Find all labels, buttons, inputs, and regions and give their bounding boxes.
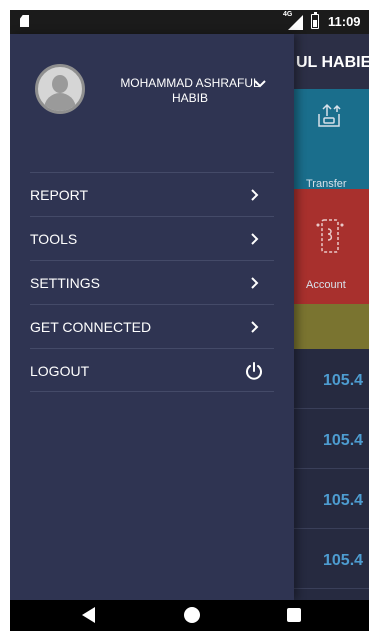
account-tile-label: Account bbox=[306, 279, 346, 291]
menu-item-label: GET CONNECTED bbox=[30, 319, 152, 335]
battery-icon bbox=[311, 12, 319, 29]
chevron-down-icon[interactable] bbox=[253, 79, 267, 89]
status-bar: 4G 11:09 bbox=[10, 10, 369, 34]
avatar-body bbox=[44, 93, 76, 111]
back-icon[interactable] bbox=[82, 607, 95, 623]
menu-item-settings[interactable]: SETTINGS bbox=[30, 260, 274, 304]
menu-item-report[interactable]: REPORT bbox=[30, 172, 274, 216]
user-name[interactable]: MOHAMMAD ASHRAFUL HABIB bbox=[110, 76, 270, 106]
list-amount: 105.4 bbox=[323, 492, 364, 509]
menu-item-get-connected[interactable]: GET CONNECTED bbox=[30, 304, 274, 348]
menu-item-tools[interactable]: TOOLS bbox=[30, 216, 274, 260]
menu-item-label: LOGOUT bbox=[30, 363, 90, 379]
navigation-drawer: MOHAMMAD ASHRAFUL HABIB REPORT TOOLS SET… bbox=[10, 34, 294, 600]
navigation-bar bbox=[10, 600, 369, 631]
power-icon bbox=[246, 362, 262, 380]
status-time: 11:09 bbox=[328, 14, 361, 29]
list-amount: 105.4 bbox=[323, 552, 364, 569]
chevron-right-icon bbox=[251, 189, 259, 201]
menu-item-label: TOOLS bbox=[30, 231, 78, 247]
list-amount: 105.4 bbox=[323, 432, 364, 449]
yellow-tile[interactable] bbox=[294, 304, 369, 349]
recents-icon[interactable] bbox=[287, 608, 301, 622]
list-amount: 105.4 bbox=[323, 372, 364, 389]
background-title: UL HABIE bbox=[296, 54, 369, 71]
menu-item-logout[interactable]: LOGOUT bbox=[30, 348, 274, 392]
chevron-right-icon bbox=[251, 233, 259, 245]
menu-item-label: REPORT bbox=[30, 187, 89, 203]
phone-screen: 4G 11:09 UL HABIE Transfer Account 105.4… bbox=[10, 10, 369, 631]
avatar-head bbox=[52, 75, 68, 93]
network-type: 4G bbox=[283, 11, 293, 18]
chevron-right-icon bbox=[251, 321, 259, 333]
transfer-icon bbox=[318, 103, 341, 127]
chevron-right-icon bbox=[251, 277, 259, 289]
menu-item-label: SETTINGS bbox=[30, 275, 101, 291]
home-icon[interactable] bbox=[184, 607, 200, 623]
mobile-account-icon bbox=[316, 219, 344, 253]
avatar-placeholder-icon[interactable] bbox=[35, 64, 85, 114]
drawer-menu: REPORT TOOLS SETTINGS GET CONNECTED LOGO… bbox=[30, 172, 274, 392]
sd-card-icon bbox=[20, 15, 29, 27]
